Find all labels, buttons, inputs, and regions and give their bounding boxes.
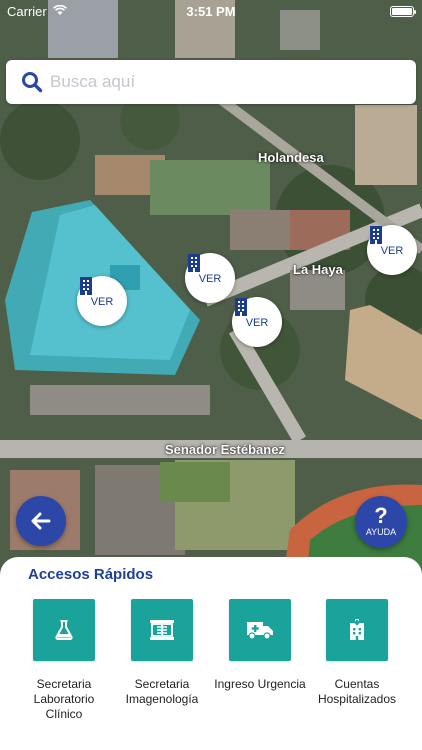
- map-pin[interactable]: VER: [185, 253, 235, 303]
- clock: 3:51 PM: [186, 4, 236, 19]
- quick-access-laboratorio[interactable]: Secretaria Laboratorio Clínico: [14, 599, 114, 722]
- street-label-la-haya: La Haya: [293, 262, 343, 277]
- building-icon: [235, 298, 247, 316]
- quick-access-tile[interactable]: [33, 599, 95, 661]
- status-bar: Carrier 3:51 PM: [0, 0, 422, 22]
- map-pin[interactable]: VER: [232, 297, 282, 347]
- quick-access-cuentas[interactable]: Cuentas Hospitalizados: [307, 599, 407, 707]
- battery-icon: [390, 6, 416, 17]
- quick-access-tile[interactable]: [326, 599, 388, 661]
- quick-access-title: Accesos Rápidos: [28, 566, 154, 583]
- question-mark-icon: ?: [374, 503, 388, 528]
- hospital-icon: [350, 619, 364, 640]
- search-input[interactable]: [50, 60, 400, 104]
- arrow-left-icon: [31, 512, 51, 530]
- quick-access-label: Secretaria Laboratorio Clínico: [33, 677, 95, 721]
- pin-label: VER: [198, 272, 222, 285]
- quick-access-urgencia[interactable]: Ingreso Urgencia: [210, 599, 310, 692]
- search-bar[interactable]: [6, 60, 416, 104]
- building-icon: [370, 226, 382, 244]
- street-label-senador-estebanez: Senador Estébanez: [165, 442, 285, 457]
- pin-label: VER: [245, 316, 269, 329]
- quick-access-label: Cuentas Hospitalizados: [317, 677, 397, 706]
- pin-label: VER: [90, 295, 114, 308]
- map-pin[interactable]: VER: [77, 276, 127, 326]
- quick-access-label: Ingreso Urgencia: [214, 677, 306, 691]
- search-icon: [22, 72, 43, 93]
- quick-access-panel: Accesos Rápidos Secretaria Laboratorio C…: [0, 557, 422, 750]
- ambulance-icon: [247, 622, 273, 640]
- help-label: AYUDA: [365, 527, 397, 537]
- quick-access-imagenologia[interactable]: Secretaria Imagenología: [112, 599, 212, 707]
- pin-label: VER: [380, 244, 404, 257]
- quick-access-tile[interactable]: [131, 599, 193, 661]
- help-button[interactable]: ? AYUDA: [355, 496, 407, 548]
- street-label-holandesa: Holandesa: [258, 150, 324, 165]
- building-icon: [188, 254, 200, 272]
- map-pin[interactable]: VER: [367, 225, 417, 275]
- quick-access-label: Secretaria Imagenología: [125, 677, 199, 706]
- flask-icon: [55, 620, 73, 640]
- quick-access-grid: Secretaria Laboratorio Clínico Secretari…: [0, 599, 422, 739]
- quick-access-tile[interactable]: [229, 599, 291, 661]
- back-button[interactable]: [16, 496, 66, 546]
- xray-icon: [150, 620, 174, 640]
- building-icon: [80, 277, 92, 295]
